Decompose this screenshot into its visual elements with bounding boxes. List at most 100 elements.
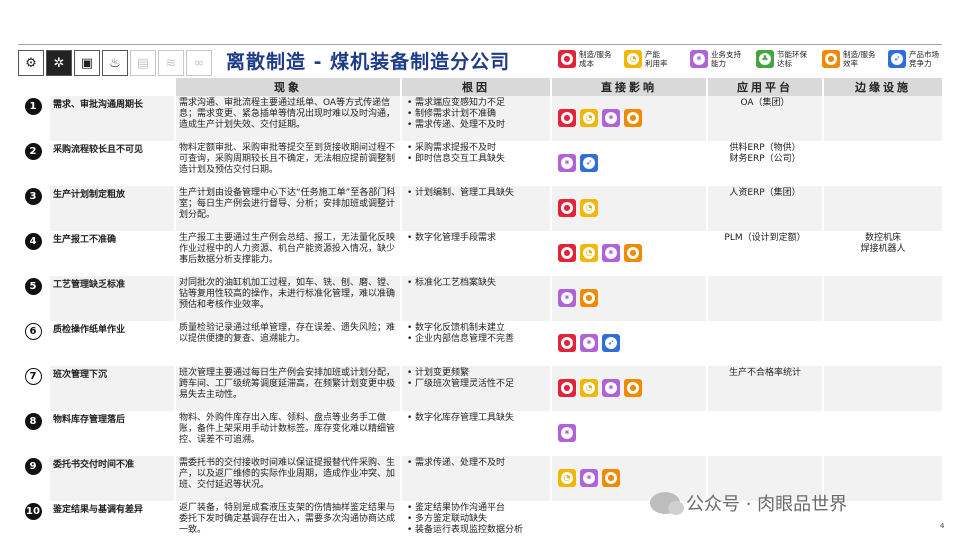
cause-cell: 数字化反馈机制未建立企业内部信息管理不完善	[402, 321, 552, 366]
row-number-cell: 6	[18, 321, 50, 366]
problem-cell: 生产报工不准确	[50, 231, 176, 276]
device-icon[interactable]: ▤	[130, 50, 156, 76]
impact-legend: ● 制造/服务 成本 ◔ 产能 利用率 ✷ 业务支持 能力 ♣ 节能环保 达标 ● 制造/服务 效…	[558, 50, 950, 68]
app-platform-cell	[708, 411, 824, 456]
edge-facility-cell	[824, 276, 942, 321]
gears-icon[interactable]: ✲	[46, 50, 72, 76]
problem-cell: 生产计划制定粗放	[50, 186, 176, 231]
phenomenon-cell: 物料定额审批、采购审批等提交至到货接收期间过程不可查询，采购周期较长且不确定，无…	[176, 141, 402, 186]
flame-icon[interactable]: ♨	[102, 50, 128, 76]
cause-cell: 采购需求提报不及时即时信息交互工具缺失	[402, 141, 552, 186]
phenomenon-cell: 需求沟通、审批流程主要通过纸单、OA等方式传递信息；需求变更、紧急插单等情况出现…	[176, 96, 402, 141]
header-impact: 直接影响	[552, 78, 708, 96]
watermark: 公众号 · 肉眼品世界	[650, 490, 847, 516]
legend-item: ✷ 业务支持 能力	[690, 50, 752, 68]
robot-arm-icon[interactable]: ⚙	[18, 50, 44, 76]
app-platform-cell: PLM（设计到定额）	[708, 231, 824, 276]
edge-facility-cell	[824, 321, 942, 366]
impact-cell: ✷ ●	[552, 276, 708, 321]
problem-cell: 需求、审批沟通周期长	[50, 96, 176, 141]
analysis-table: 现象 根因 直接影响 应用平台 边缘设施 1 需求、审批沟通周期长 需求沟通、审批流…	[18, 78, 942, 540]
cause-cell: 鉴定结果协作沟通平台多方鉴定联动缺失装备运行表现监控数据分析	[402, 501, 552, 540]
lightbulb-icon: ●	[624, 243, 642, 262]
problem-cell: 质检操作纸单作业	[50, 321, 176, 366]
cause-item: 即时信息交互工具缺失	[405, 154, 547, 165]
edge-facility-cell	[824, 96, 942, 141]
shopping-bag-icon: ●	[558, 333, 576, 352]
shopping-bag-icon: ●	[558, 378, 576, 397]
wave-icon[interactable]: ≋	[158, 50, 184, 76]
legend-label: 制造/服务 效率	[843, 50, 876, 68]
gear-icon: ✷	[558, 153, 576, 172]
gauge-icon: ◔	[580, 243, 598, 262]
table-row: 5 工艺管理缺乏标准 对同批次的油缸机加工过程，如车、铣、刨、磨、镗、钻等复用性较高…	[18, 276, 942, 321]
row-number-badge: 1	[24, 98, 42, 115]
header-app: 应用平台	[708, 78, 824, 96]
row-number-badge: 3	[24, 188, 42, 205]
lightbulb-icon: ●	[624, 108, 642, 127]
cause-item: 企业内部信息管理不完善	[405, 334, 547, 345]
table-row: 1 需求、审批沟通周期长 需求沟通、审批流程主要通过纸单、OA等方式传递信息；需求变…	[18, 96, 942, 141]
legend-item: ◔ 产能 利用率	[624, 50, 686, 68]
rocket-icon: ➶	[580, 153, 598, 172]
edge-facility-cell	[824, 411, 942, 456]
category-icon-bar: ⚙ ✲ ▣ ♨ ▤ ≋ ∞	[18, 50, 212, 76]
gauge-icon: ◔	[580, 108, 598, 127]
cause-item: 数字化库存管理工具缺失	[405, 413, 547, 424]
row-number-cell: 4	[18, 231, 50, 276]
gear-icon: ✷	[580, 333, 598, 352]
problem-cell: 委托书交付时间不准	[50, 456, 176, 501]
cause-cell: 需求端应变感知力不足制修需求计划不准确需求传递、处理不及时	[402, 96, 552, 141]
row-number-cell: 3	[18, 186, 50, 231]
rocket-icon: ➶	[888, 50, 906, 68]
edge-facility-cell	[824, 366, 942, 411]
wechat-logo-icon	[650, 492, 684, 515]
header-edge: 边缘设施	[824, 78, 942, 96]
legend-item: ➶ 产品市场 竞争力	[888, 50, 950, 68]
legend-item: ● 制造/服务 成本	[558, 50, 620, 68]
header-cause: 根因	[402, 78, 552, 96]
gear-icon: ✷	[690, 50, 708, 68]
edge-facility-cell	[824, 186, 942, 231]
page-title: 离散制造 - 煤机装备制造分公司	[226, 51, 511, 73]
link-icon[interactable]: ∞	[186, 50, 212, 76]
phenomenon-cell: 对同批次的油缸机加工过程，如车、铣、刨、磨、镗、钻等复用性较高的操作，未进行标准…	[176, 276, 402, 321]
legend-label: 产能 利用率	[645, 50, 668, 68]
gear-icon: ✷	[580, 468, 598, 487]
shopping-bag-icon: ●	[558, 50, 576, 68]
table-row: 2 采购流程较长且不可见 物料定额审批、采购审批等提交至到货接收期间过程不可查询，采…	[18, 141, 942, 186]
app-platform-cell: OA（集团）	[708, 96, 824, 141]
gauge-icon: ◔	[580, 198, 598, 217]
row-number-badge: 7	[24, 368, 42, 385]
cause-item: 计划变更频繁	[405, 368, 547, 379]
app-platform-cell: 供料ERP（物供） 财务ERP（公司）	[708, 141, 824, 186]
gear-icon: ✷	[558, 423, 576, 442]
cause-item: 厂级班次管理灵活性不足	[405, 379, 547, 390]
page-number: 4	[940, 522, 945, 530]
lightbulb-icon: ●	[580, 288, 598, 307]
impact-cell: ● ✷ ➶	[552, 321, 708, 366]
machine-icon[interactable]: ▣	[74, 50, 100, 76]
phenomenon-cell: 生产计划由设备管理中心下达“任务施工单”至各部门科室；每日生产例会进行督导、分析…	[176, 186, 402, 231]
rocket-icon: ➶	[602, 333, 620, 352]
problem-cell: 鉴定结果与基调有差异	[50, 501, 176, 540]
cause-item: 计划编制、管理工具缺失	[405, 188, 547, 199]
row-number-cell: 1	[18, 96, 50, 141]
cause-item: 多方鉴定联动缺失	[405, 514, 547, 525]
impact-cell: ● ◔	[552, 186, 708, 231]
impact-cell: ✷ ➶	[552, 141, 708, 186]
legend-label: 产品市场 竞争力	[909, 50, 939, 68]
phenomenon-cell: 需委托书的交付接收时间难以保证提报替代件采购、生产，以及返厂维修的实际作业周期，…	[176, 456, 402, 501]
row-number-badge: 9	[24, 458, 42, 475]
row-number-cell: 9	[18, 456, 50, 501]
lightbulb-icon: ●	[822, 50, 840, 68]
gauge-icon: ◔	[580, 378, 598, 397]
row-number-badge: 8	[24, 413, 42, 430]
gear-icon: ✷	[602, 243, 620, 262]
shopping-bag-icon: ●	[558, 198, 576, 217]
cause-item: 数字化反馈机制未建立	[405, 323, 547, 334]
edge-facility-cell: 数控机床 焊接机器人	[860, 233, 906, 254]
problem-cell: 班次管理下沉	[50, 366, 176, 411]
leaf-icon: ♣	[756, 50, 774, 68]
header-blank	[18, 78, 176, 96]
